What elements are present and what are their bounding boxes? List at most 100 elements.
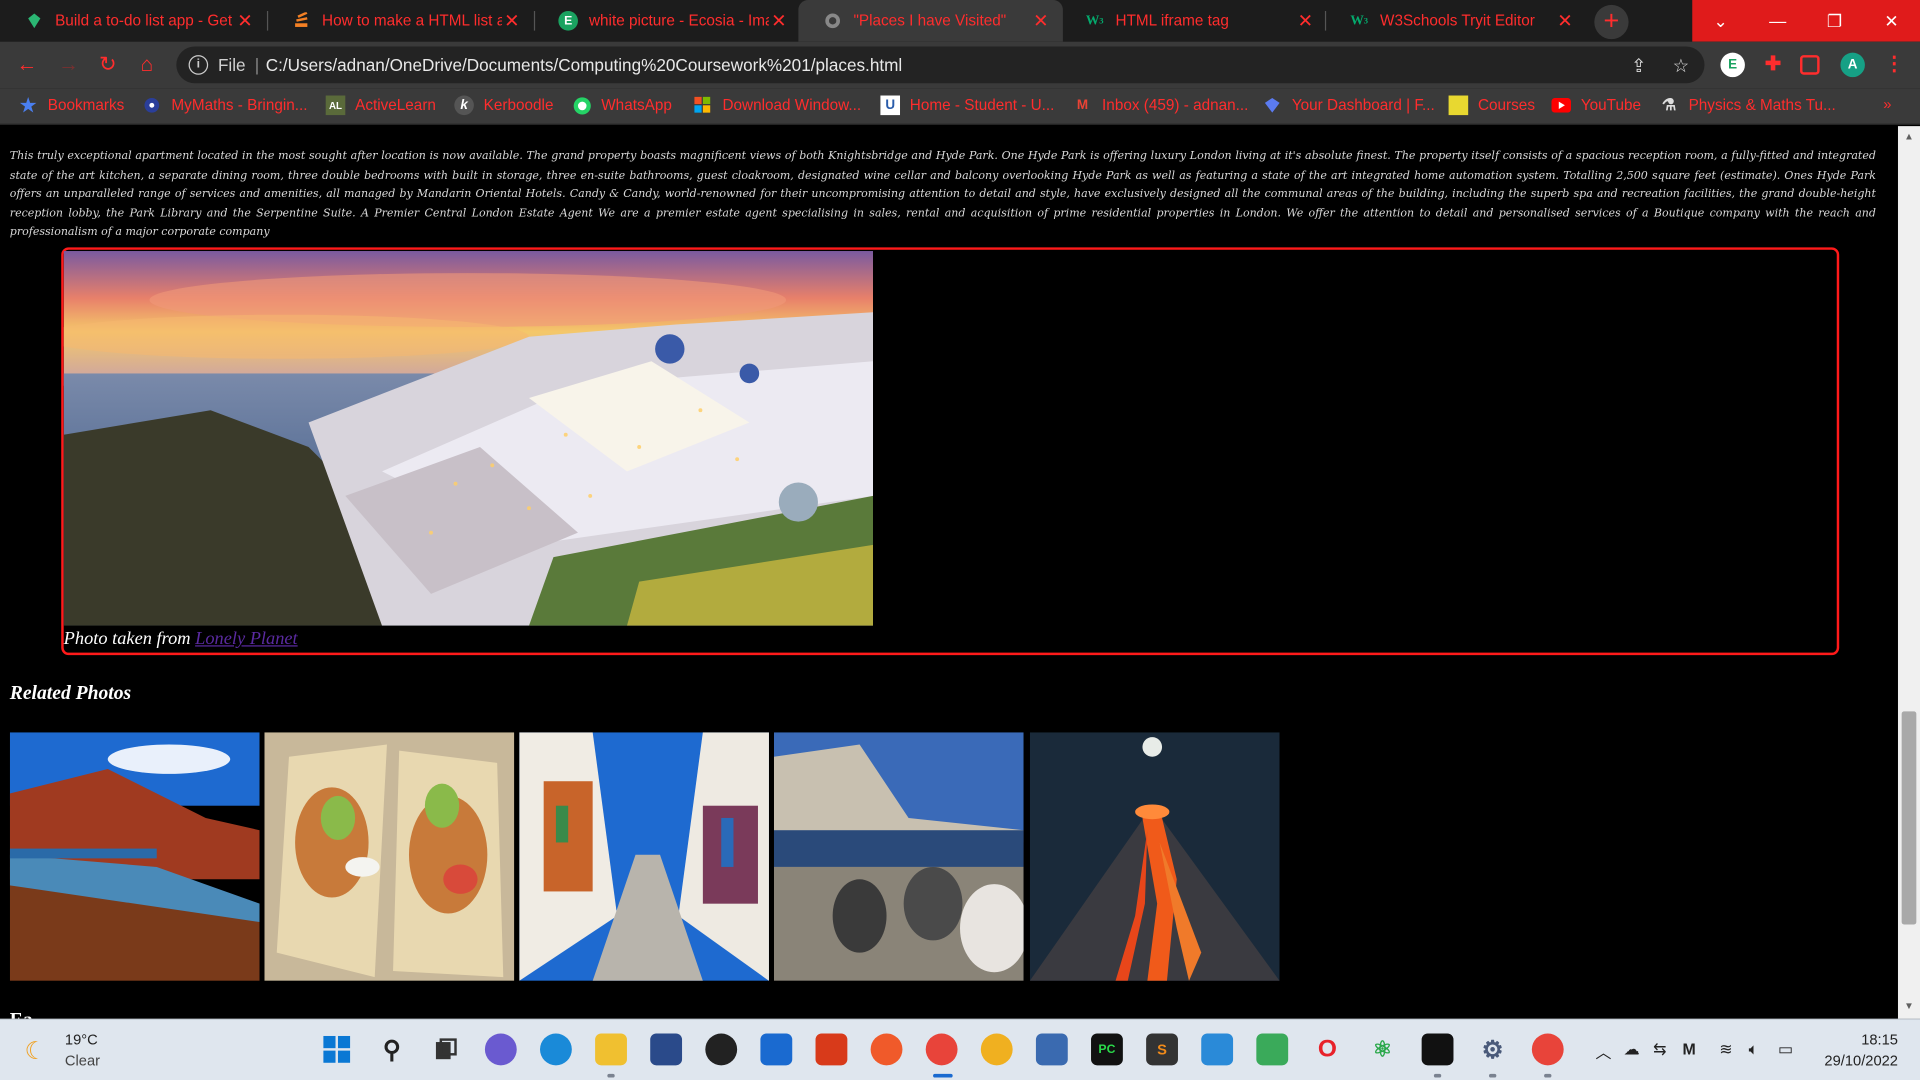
battery-icon[interactable]: ▭ xyxy=(1778,1040,1793,1060)
wifi-icon[interactable]: ≋ xyxy=(1719,1040,1732,1060)
search-icon[interactable]: ⚲ xyxy=(376,1033,408,1065)
bookmark-unifrog[interactable]: U Home - Student - U... xyxy=(880,95,1055,116)
chat-icon[interactable] xyxy=(484,1033,517,1066)
bookmark-activelearn[interactable]: AL ActiveLearn xyxy=(325,95,436,116)
stack-icon xyxy=(291,11,311,31)
menu-icon[interactable]: ⋮ xyxy=(1882,53,1906,77)
tab-title: W3Schools Tryit Editor xyxy=(1380,12,1535,30)
app-icon[interactable] xyxy=(870,1033,903,1066)
opera-icon[interactable]: O xyxy=(1311,1033,1343,1065)
bookmark-label: Inbox (459) - adnan... xyxy=(1102,96,1249,114)
extension-ecosia-icon[interactable]: E xyxy=(1720,52,1745,78)
tab-tryit-editor[interactable]: W3 W3Schools Tryit Editor ✕ xyxy=(1325,0,1587,42)
bookmark-bookmarks[interactable]: ★ Bookmarks xyxy=(18,96,124,117)
volume-icon[interactable]: 🔈︎ xyxy=(1749,1040,1759,1060)
tab-html-list[interactable]: How to make a HTML list a ✕ xyxy=(267,0,534,42)
reload-icon[interactable]: ↻ xyxy=(96,53,120,77)
windows-start-icon[interactable] xyxy=(321,1033,353,1065)
pmt-icon: ⚗ xyxy=(1661,95,1677,114)
home-icon[interactable]: ⌂ xyxy=(135,53,159,77)
star-icon[interactable]: ☆ xyxy=(1673,55,1689,77)
speedometer-icon[interactable] xyxy=(705,1033,738,1066)
tab-iframe-tag[interactable]: W3 HTML iframe tag ✕ xyxy=(1060,0,1327,42)
cloud-icon[interactable]: ☁ xyxy=(1624,1040,1640,1060)
page-scrollbar[interactable]: ▲ ▼ xyxy=(1897,126,1920,1019)
info-icon[interactable]: i xyxy=(188,55,209,75)
forward-icon[interactable]: → xyxy=(56,53,80,77)
tab-build-todo[interactable]: Build a to-do list app - Get ✕ xyxy=(0,0,267,42)
bookmarks-overflow-icon[interactable]: » xyxy=(1883,96,1891,113)
edge-icon[interactable] xyxy=(540,1033,572,1066)
extensions-puzzle-icon[interactable]: ✚ xyxy=(1761,53,1785,77)
scroll-down-icon[interactable]: ▼ xyxy=(1898,1000,1920,1011)
new-tab-button[interactable]: + xyxy=(1594,4,1629,40)
close-icon[interactable]: ✕ xyxy=(1296,10,1316,32)
bookmark-label: Courses xyxy=(1477,96,1535,114)
bookmark-courses[interactable]: Courses xyxy=(1448,95,1535,116)
snip-icon[interactable] xyxy=(1256,1033,1289,1066)
red-beach-photo xyxy=(9,732,260,981)
share-icon[interactable]: ⇪ xyxy=(1631,55,1646,77)
terminal-icon[interactable] xyxy=(1421,1033,1454,1066)
ecosia-icon: E xyxy=(558,11,578,31)
weather-temperature[interactable]: 19°C xyxy=(65,1031,98,1048)
bookmark-gmail[interactable]: M Inbox (459) - adnan... xyxy=(1073,96,1249,116)
chrome-profile-icon[interactable] xyxy=(1531,1033,1564,1066)
close-icon[interactable]: ✕ xyxy=(769,10,789,32)
unifrog-icon: U xyxy=(880,95,901,116)
photo-caption: Photo taken from Lonely Planet xyxy=(64,629,298,650)
gyros-photo xyxy=(264,732,515,981)
mail-icon[interactable] xyxy=(760,1033,793,1066)
scrollbar-thumb[interactable] xyxy=(1901,711,1917,925)
minimize-button[interactable]: — xyxy=(1749,0,1806,42)
back-icon[interactable]: ← xyxy=(15,53,39,77)
bookmark-pmt[interactable]: ⚗ Physics & Maths Tu... xyxy=(1659,96,1836,116)
tab-ecosia[interactable]: E white picture - Ecosia - Ima ✕ xyxy=(534,0,801,42)
python-icon[interactable] xyxy=(1035,1033,1068,1066)
close-icon[interactable]: ✕ xyxy=(1031,10,1051,32)
santorini-photo xyxy=(63,251,874,626)
bookmark-label: Home - Student - U... xyxy=(909,96,1055,114)
gmail-tray-icon[interactable]: M xyxy=(1682,1040,1695,1058)
bookmark-mymaths[interactable]: MyMaths - Bringin... xyxy=(142,96,308,116)
close-icon[interactable]: ✕ xyxy=(502,10,522,32)
bookmark-dashboard[interactable]: Your Dashboard | F... xyxy=(1262,96,1435,116)
url-text[interactable]: C:/Users/adnan/OneDrive/Documents/Comput… xyxy=(266,55,902,75)
tab-places-visited[interactable]: "Places I have Visited" ✕ xyxy=(798,0,1063,42)
close-icon[interactable]: ✕ xyxy=(1555,10,1575,32)
address-bar[interactable]: i File | C:/Users/adnan/OneDrive/Documen… xyxy=(176,46,1705,84)
moon-icon[interactable]: ☾ xyxy=(24,1036,46,1067)
restore-button[interactable]: ❐ xyxy=(1806,0,1863,42)
lonely-planet-link[interactable]: Lonely Planet xyxy=(195,629,298,649)
close-window-button[interactable]: ✕ xyxy=(1863,0,1920,42)
bookmark-label: WhatsApp xyxy=(601,96,672,114)
store-icon[interactable] xyxy=(650,1033,683,1066)
bookmark-kerboodle[interactable]: k Kerboodle xyxy=(454,95,553,116)
youtube-icon xyxy=(1551,96,1572,116)
profile-avatar[interactable]: A xyxy=(1840,52,1865,78)
notepad-icon[interactable] xyxy=(1201,1033,1234,1066)
chrome-icon[interactable] xyxy=(925,1033,958,1066)
atom-icon[interactable]: ⚛ xyxy=(1367,1033,1399,1065)
clock-time[interactable]: 18:15 xyxy=(1837,1031,1898,1048)
chevron-up-icon[interactable]: ︿ xyxy=(1596,1040,1612,1063)
bookmark-download-windows[interactable]: Download Window... xyxy=(693,96,861,116)
tab-title: "Places I have Visited" xyxy=(853,12,1007,30)
sidebar-icon[interactable] xyxy=(1800,55,1820,75)
clock-date[interactable]: 29/10/2022 xyxy=(1810,1052,1898,1069)
chrome-canary-icon[interactable] xyxy=(980,1033,1013,1066)
close-icon[interactable]: ✕ xyxy=(235,10,255,32)
office-icon[interactable] xyxy=(815,1033,848,1066)
bookmark-whatsapp[interactable]: WhatsApp xyxy=(572,96,672,116)
file-explorer-icon[interactable] xyxy=(595,1033,627,1066)
network-switch-icon[interactable]: ⇆ xyxy=(1653,1040,1666,1060)
sublime-icon[interactable]: S xyxy=(1146,1033,1178,1066)
pycharm-icon[interactable]: PC xyxy=(1091,1033,1123,1066)
scroll-up-icon[interactable]: ▲ xyxy=(1898,131,1920,142)
weather-condition[interactable]: Clear xyxy=(65,1052,100,1069)
bookmark-youtube[interactable]: YouTube xyxy=(1551,96,1641,116)
related-photos-heading: Related Photos xyxy=(9,683,132,705)
tab-search-icon[interactable]: ⌄ xyxy=(1692,0,1749,42)
task-view-icon[interactable] xyxy=(430,1033,462,1065)
settings-icon[interactable]: ⚙ xyxy=(1477,1033,1509,1065)
